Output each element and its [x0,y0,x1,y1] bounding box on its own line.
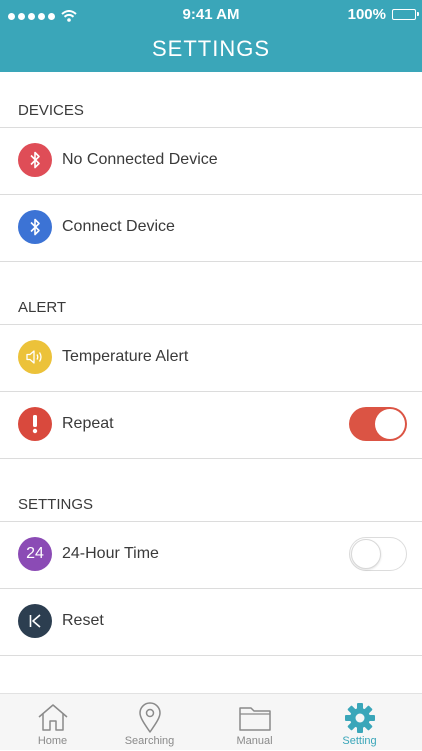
section-header-devices: DEVICES [0,72,422,128]
tab-bar: Home Searching Manual Setting [0,693,422,750]
battery-percent: 100% [347,6,386,23]
tab-manual[interactable]: Manual [202,694,307,751]
row-label: 24-Hour Time [62,545,159,562]
row-temperature-alert[interactable]: Temperature Alert [0,324,422,392]
tab-setting[interactable]: Setting [307,694,412,751]
row-label: Repeat [62,415,114,432]
tab-label: Searching [124,735,175,747]
page-title: SETTINGS [151,36,270,61]
home-icon [38,704,67,731]
row-repeat: Repeat [0,391,422,459]
toggle-knob [351,539,381,569]
row-reset[interactable]: Reset [0,588,422,656]
battery-icon [392,9,419,20]
status-bar: 9:41 AM 100% [0,0,422,30]
repeat-toggle[interactable] [349,407,407,441]
battery-status: 100% [347,6,419,23]
24-hour-toggle[interactable] [349,537,407,571]
row-label: Connect Device [62,218,175,235]
row-label: Temperature Alert [62,348,189,365]
section-header-alert: ALERT [0,269,422,325]
folder-icon [238,707,271,731]
tab-label: Home [37,735,68,747]
section-label: DEVICES [18,102,84,119]
row-connect-device[interactable]: Connect Device [0,194,422,262]
speaker-icon [18,340,52,374]
tab-searching[interactable]: Searching [97,694,202,751]
row-label: Reset [62,612,104,629]
gear-icon [344,703,375,733]
row-label: No Connected Device [62,151,218,168]
section-header-settings: SETTINGS [0,466,422,522]
tab-home[interactable]: Home [0,694,105,751]
clock-24-icon: 24 [18,537,52,571]
exclamation-icon [18,407,52,441]
header: 9:41 AM 100% SETTINGS [0,0,422,72]
row-no-connected-device[interactable]: No Connected Device [0,127,422,195]
location-pin-icon [138,702,161,733]
skip-back-icon [18,604,52,638]
bluetooth-icon [18,143,52,177]
tab-label: Setting [342,735,377,747]
tab-label: Manual [236,735,273,747]
bluetooth-icon [18,210,52,244]
row-24-hour-time: 24 24-Hour Time [0,521,422,589]
section-label: SETTINGS [18,496,94,513]
section-label: ALERT [18,299,67,316]
toggle-knob [375,409,405,439]
